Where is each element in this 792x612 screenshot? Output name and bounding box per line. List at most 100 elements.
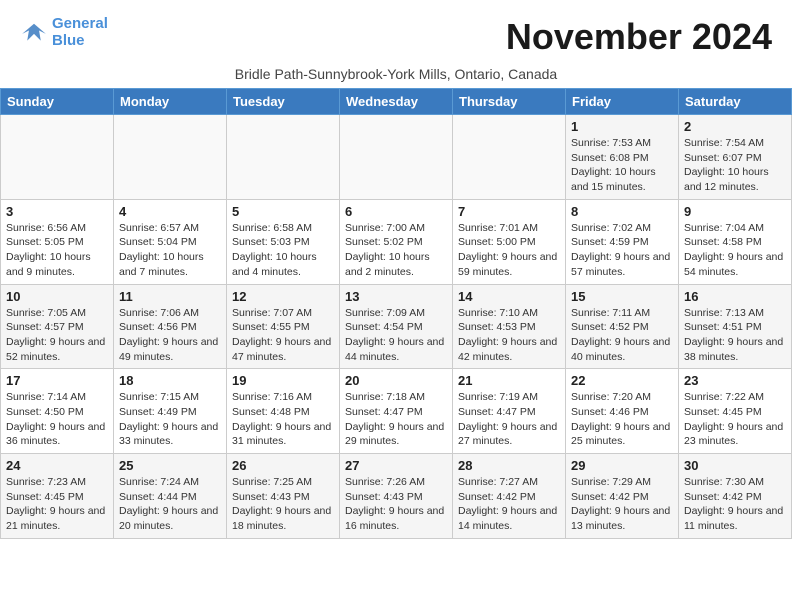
day-info: Sunrise: 7:24 AM Sunset: 4:44 PM Dayligh…: [119, 475, 221, 534]
day-info: Sunrise: 7:01 AM Sunset: 5:00 PM Dayligh…: [458, 221, 560, 280]
calendar-cell: 30 Sunrise: 7:30 AM Sunset: 4:42 PM Dayli…: [679, 454, 792, 539]
day-info: Sunrise: 6:56 AM Sunset: 5:05 PM Dayligh…: [6, 221, 108, 280]
day-number: 20: [345, 373, 447, 388]
day-info: Sunrise: 7:25 AM Sunset: 4:43 PM Dayligh…: [232, 475, 334, 534]
day-info: Sunrise: 7:29 AM Sunset: 4:42 PM Dayligh…: [571, 475, 673, 534]
day-number: 17: [6, 373, 108, 388]
weekday-header: Thursday: [453, 89, 566, 115]
title-block: November 2024: [506, 16, 772, 58]
day-info: Sunrise: 7:30 AM Sunset: 4:42 PM Dayligh…: [684, 475, 786, 534]
day-number: 23: [684, 373, 786, 388]
day-number: 14: [458, 289, 560, 304]
day-info: Sunrise: 7:10 AM Sunset: 4:53 PM Dayligh…: [458, 306, 560, 365]
day-info: Sunrise: 7:16 AM Sunset: 4:48 PM Dayligh…: [232, 390, 334, 449]
calendar-cell: [114, 115, 227, 200]
calendar-cell: 15Sunrise: 7:11 AM Sunset: 4:52 PM Dayli…: [566, 284, 679, 369]
calendar-cell: 8Sunrise: 7:02 AM Sunset: 4:59 PM Daylig…: [566, 199, 679, 284]
calendar-cell: 12 Sunrise: 7:07 AM Sunset: 4:55 PM Dayli…: [227, 284, 340, 369]
day-number: 2: [684, 119, 786, 134]
logo-text-blue: Blue: [52, 32, 85, 49]
day-number: 9: [684, 204, 786, 219]
weekday-header: Monday: [114, 89, 227, 115]
day-number: 26: [232, 458, 334, 473]
day-info: Sunrise: 7:15 AM Sunset: 4:49 PM Dayligh…: [119, 390, 221, 449]
calendar-cell: 4 Sunrise: 6:57 AM Sunset: 5:04 PM Daylig…: [114, 199, 227, 284]
calendar-week-row: 17 Sunrise: 7:14 AM Sunset: 4:50 PM Dayli…: [1, 369, 792, 454]
calendar-cell: 9 Sunrise: 7:04 AM Sunset: 4:58 PM Daylig…: [679, 199, 792, 284]
day-info: Sunrise: 7:26 AM Sunset: 4:43 PM Dayligh…: [345, 475, 447, 534]
logo-text-general: General: [52, 15, 108, 32]
calendar-week-row: 10Sunrise: 7:05 AM Sunset: 4:57 PM Dayli…: [1, 284, 792, 369]
calendar-cell: 26 Sunrise: 7:25 AM Sunset: 4:43 PM Dayli…: [227, 454, 340, 539]
day-number: 30: [684, 458, 786, 473]
day-number: 4: [119, 204, 221, 219]
day-number: 16: [684, 289, 786, 304]
calendar-cell: 29 Sunrise: 7:29 AM Sunset: 4:42 PM Dayli…: [566, 454, 679, 539]
calendar-cell: 19Sunrise: 7:16 AM Sunset: 4:48 PM Dayli…: [227, 369, 340, 454]
day-info: Sunrise: 7:04 AM Sunset: 4:58 PM Dayligh…: [684, 221, 786, 280]
day-number: 28: [458, 458, 560, 473]
calendar-cell: [340, 115, 453, 200]
day-info: Sunrise: 7:27 AM Sunset: 4:42 PM Dayligh…: [458, 475, 560, 534]
logo-icon: [20, 22, 48, 44]
day-number: 25: [119, 458, 221, 473]
day-number: 7: [458, 204, 560, 219]
calendar-cell: 11 Sunrise: 7:06 AM Sunset: 4:56 PM Dayli…: [114, 284, 227, 369]
calendar-cell: 22Sunrise: 7:20 AM Sunset: 4:46 PM Dayli…: [566, 369, 679, 454]
weekday-header-row: SundayMondayTuesdayWednesdayThursdayFrid…: [1, 89, 792, 115]
day-number: 29: [571, 458, 673, 473]
day-info: Sunrise: 7:07 AM Sunset: 4:55 PM Dayligh…: [232, 306, 334, 365]
day-info: Sunrise: 7:13 AM Sunset: 4:51 PM Dayligh…: [684, 306, 786, 365]
calendar-cell: 24Sunrise: 7:23 AM Sunset: 4:45 PM Dayli…: [1, 454, 114, 539]
day-number: 21: [458, 373, 560, 388]
calendar-cell: 1Sunrise: 7:53 AM Sunset: 6:08 PM Daylig…: [566, 115, 679, 200]
calendar-cell: 20 Sunrise: 7:18 AM Sunset: 4:47 PM Dayli…: [340, 369, 453, 454]
day-info: Sunrise: 7:02 AM Sunset: 4:59 PM Dayligh…: [571, 221, 673, 280]
day-number: 12: [232, 289, 334, 304]
calendar-cell: 23Sunrise: 7:22 AM Sunset: 4:45 PM Dayli…: [679, 369, 792, 454]
day-number: 22: [571, 373, 673, 388]
day-info: Sunrise: 7:06 AM Sunset: 4:56 PM Dayligh…: [119, 306, 221, 365]
weekday-header: Wednesday: [340, 89, 453, 115]
calendar-week-row: 3 Sunrise: 6:56 AM Sunset: 5:05 PM Daylig…: [1, 199, 792, 284]
calendar-cell: 17 Sunrise: 7:14 AM Sunset: 4:50 PM Dayli…: [1, 369, 114, 454]
calendar-cell: 27 Sunrise: 7:26 AM Sunset: 4:43 PM Dayli…: [340, 454, 453, 539]
calendar-cell: 21 Sunrise: 7:19 AM Sunset: 4:47 PM Dayli…: [453, 369, 566, 454]
day-info: Sunrise: 7:14 AM Sunset: 4:50 PM Dayligh…: [6, 390, 108, 449]
day-info: Sunrise: 6:57 AM Sunset: 5:04 PM Dayligh…: [119, 221, 221, 280]
day-number: 6: [345, 204, 447, 219]
calendar-cell: [1, 115, 114, 200]
calendar-cell: 5 Sunrise: 6:58 AM Sunset: 5:03 PM Daylig…: [227, 199, 340, 284]
calendar-cell: 7 Sunrise: 7:01 AM Sunset: 5:00 PM Daylig…: [453, 199, 566, 284]
day-number: 3: [6, 204, 108, 219]
day-info: Sunrise: 7:18 AM Sunset: 4:47 PM Dayligh…: [345, 390, 447, 449]
day-info: Sunrise: 7:11 AM Sunset: 4:52 PM Dayligh…: [571, 306, 673, 365]
day-number: 11: [119, 289, 221, 304]
weekday-header: Sunday: [1, 89, 114, 115]
location-text: Bridle Path-Sunnybrook-York Mills, Ontar…: [0, 66, 792, 82]
day-info: Sunrise: 7:00 AM Sunset: 5:02 PM Dayligh…: [345, 221, 447, 280]
calendar-cell: 2 Sunrise: 7:54 AM Sunset: 6:07 PM Daylig…: [679, 115, 792, 200]
weekday-header: Tuesday: [227, 89, 340, 115]
day-number: 13: [345, 289, 447, 304]
day-info: Sunrise: 6:58 AM Sunset: 5:03 PM Dayligh…: [232, 221, 334, 280]
logo: General Blue: [20, 16, 108, 49]
calendar-cell: 3 Sunrise: 6:56 AM Sunset: 5:05 PM Daylig…: [1, 199, 114, 284]
day-number: 27: [345, 458, 447, 473]
day-number: 18: [119, 373, 221, 388]
weekday-header: Saturday: [679, 89, 792, 115]
calendar-cell: 16 Sunrise: 7:13 AM Sunset: 4:51 PM Dayli…: [679, 284, 792, 369]
calendar-cell: 6 Sunrise: 7:00 AM Sunset: 5:02 PM Daylig…: [340, 199, 453, 284]
day-info: Sunrise: 7:19 AM Sunset: 4:47 PM Dayligh…: [458, 390, 560, 449]
day-number: 5: [232, 204, 334, 219]
day-info: Sunrise: 7:09 AM Sunset: 4:54 PM Dayligh…: [345, 306, 447, 365]
day-info: Sunrise: 7:54 AM Sunset: 6:07 PM Dayligh…: [684, 136, 786, 195]
calendar-week-row: 1Sunrise: 7:53 AM Sunset: 6:08 PM Daylig…: [1, 115, 792, 200]
logo-text: General Blue: [52, 16, 108, 49]
calendar-cell: 10Sunrise: 7:05 AM Sunset: 4:57 PM Dayli…: [1, 284, 114, 369]
page-header: General Blue November 2024: [0, 0, 792, 66]
day-number: 1: [571, 119, 673, 134]
calendar-cell: 18 Sunrise: 7:15 AM Sunset: 4:49 PM Dayli…: [114, 369, 227, 454]
day-number: 24: [6, 458, 108, 473]
calendar-cell: 14 Sunrise: 7:10 AM Sunset: 4:53 PM Dayli…: [453, 284, 566, 369]
